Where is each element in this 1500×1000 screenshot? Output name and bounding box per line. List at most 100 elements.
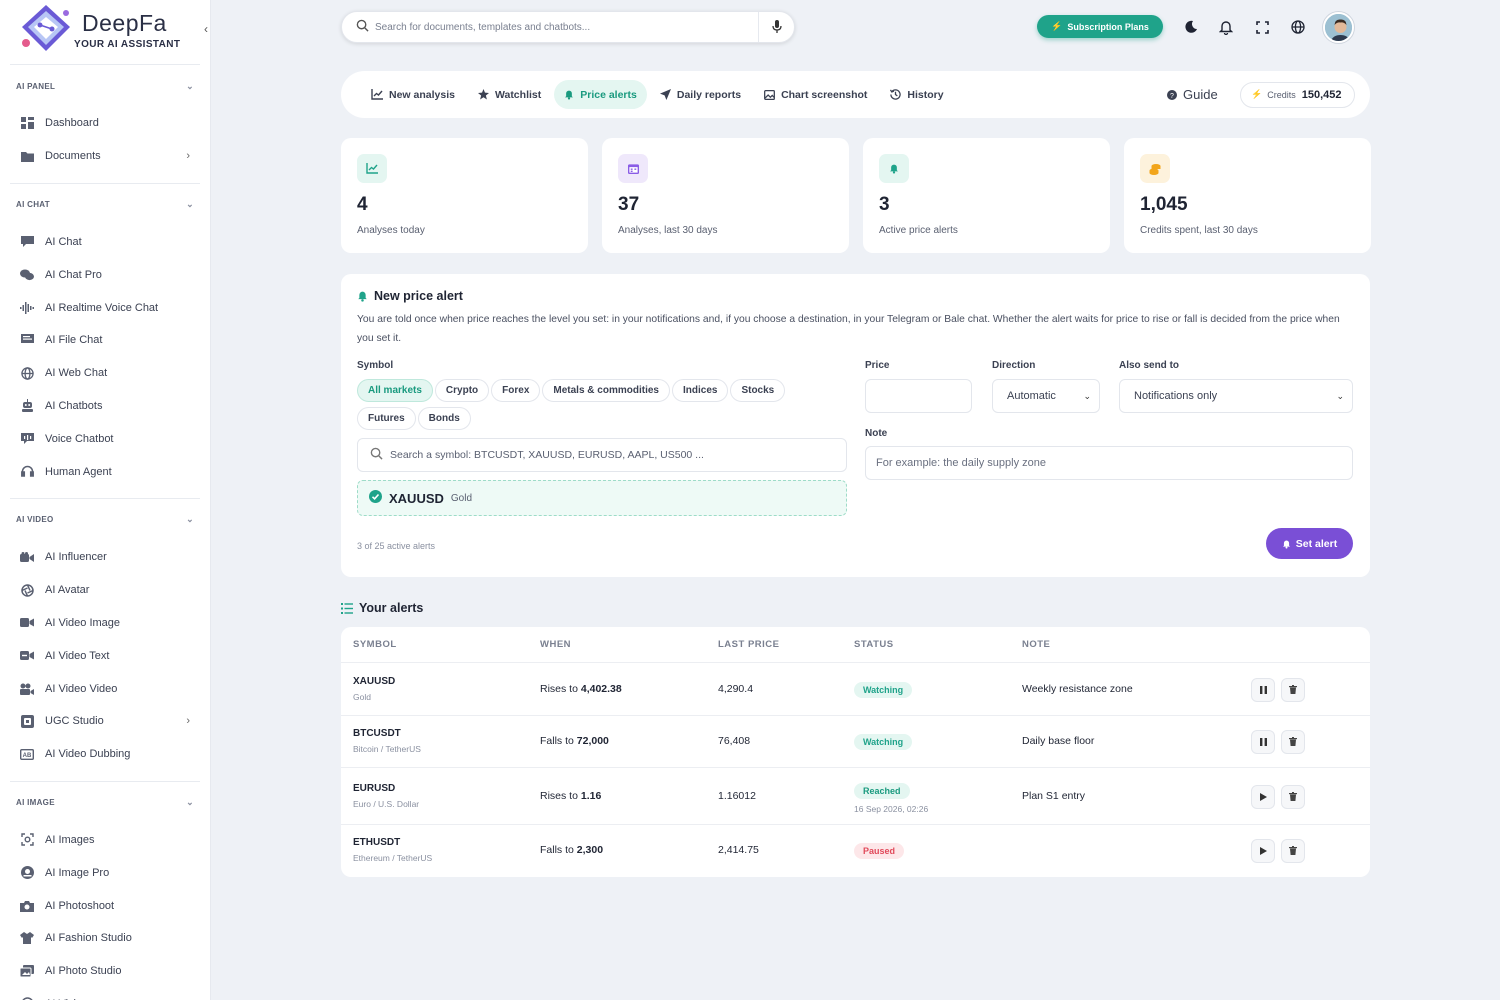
tab-daily-reports[interactable]: Daily reports bbox=[650, 80, 751, 109]
selected-symbol[interactable]: XAUUSD Gold bbox=[357, 480, 847, 516]
sidebar-item-ai-avatar[interactable]: AI Avatar bbox=[10, 574, 200, 607]
symbol-search-input[interactable]: Search a symbol: BTCUSDT, XAUUSD, EURUSD… bbox=[390, 449, 704, 461]
sidebar-item-ai-video-dubbing[interactable]: AB AI Video Dubbing bbox=[10, 738, 200, 771]
delete-alert-button[interactable] bbox=[1281, 730, 1305, 754]
subscription-plans-button[interactable]: ⚡ Subscription Plans bbox=[1037, 15, 1163, 38]
play-icon bbox=[1259, 790, 1267, 804]
direction-select[interactable]: Automatic ⌄ bbox=[992, 379, 1100, 413]
sidebar-item-ai-realtime-voice-chat[interactable]: AI Realtime Voice Chat bbox=[10, 291, 200, 324]
alert-note: Plan S1 entry bbox=[1022, 789, 1086, 802]
tab-new-analysis[interactable]: New analysis bbox=[361, 80, 465, 109]
sidebar-item-ai-photoshoot[interactable]: AI Photoshoot bbox=[10, 889, 200, 922]
market-chip-all-markets[interactable]: All markets bbox=[357, 379, 433, 402]
sidebar-item-documents[interactable]: Documents › bbox=[10, 140, 200, 173]
analysis-tabs: New analysis Watchlist Price alerts Dail… bbox=[341, 71, 1370, 118]
sidebar-item-ai-file-chat[interactable]: AI File Chat bbox=[10, 324, 200, 357]
sidebar-item-label: AI Chat Pro bbox=[45, 268, 102, 281]
brand[interactable]: DeepFa YOUR AI ASSISTANT ‹ bbox=[0, 0, 210, 58]
sidebar-item-human-agent[interactable]: Human Agent bbox=[10, 455, 200, 488]
note-input[interactable]: For example: the daily supply zone bbox=[865, 446, 1353, 480]
table-header: SYMBOL WHEN LAST PRICE STATUS NOTE bbox=[341, 627, 1370, 663]
symbol-search[interactable]: Search a symbol: BTCUSDT, XAUUSD, EURUSD… bbox=[357, 438, 847, 472]
sidebar-item-ai-video-video[interactable]: AI Video Video bbox=[10, 672, 200, 705]
list-icon bbox=[341, 602, 353, 614]
play-alert-button[interactable] bbox=[1251, 784, 1275, 809]
delete-alert-button[interactable] bbox=[1281, 839, 1305, 863]
pause-alert-button[interactable] bbox=[1251, 677, 1275, 702]
tab-price-alerts[interactable]: Price alerts bbox=[554, 80, 647, 109]
guide-button[interactable]: ? Guide bbox=[1167, 87, 1218, 102]
tab-history[interactable]: History bbox=[880, 80, 953, 109]
global-search-input[interactable]: Search for documents, templates and chat… bbox=[375, 22, 758, 33]
market-chip-forex[interactable]: Forex bbox=[491, 379, 541, 402]
photo-camera-icon bbox=[20, 899, 34, 913]
alert-condition: Rises to 4,402.38 bbox=[540, 682, 622, 695]
sidebar-item-label: Voice Chatbot bbox=[45, 432, 114, 445]
market-chip-stocks[interactable]: Stocks bbox=[730, 379, 786, 402]
active-alerts-count: 3 of 25 active alerts bbox=[357, 541, 436, 551]
send-to-select[interactable]: Notifications only ⌄ bbox=[1119, 379, 1353, 413]
film-camera-icon bbox=[20, 682, 34, 696]
sidebar-section-header[interactable]: AI CHAT ⌄ bbox=[10, 184, 200, 226]
alert-symbol: XAUUSD bbox=[353, 675, 396, 687]
chevron-down-icon: ⌄ bbox=[186, 199, 194, 210]
sidebar-item-ai-chat-pro[interactable]: AI Chat Pro bbox=[10, 258, 200, 291]
tab-watchlist[interactable]: Watchlist bbox=[468, 80, 551, 109]
selected-symbol-name: Gold bbox=[450, 492, 473, 504]
alert-symbol-name: Ethereum / TetherUS bbox=[353, 853, 433, 863]
sidebar-item-ugc-studio[interactable]: UGC Studio › bbox=[10, 705, 200, 738]
pause-alert-button[interactable] bbox=[1251, 730, 1275, 754]
global-search[interactable]: Search for documents, templates and chat… bbox=[341, 11, 795, 43]
language-globe-icon[interactable] bbox=[1289, 18, 1307, 36]
market-chip-indices[interactable]: Indices bbox=[671, 379, 729, 402]
sidebar-item-ai-images[interactable]: AI Images bbox=[10, 824, 200, 857]
collapse-sidebar-icon[interactable]: ‹ bbox=[204, 22, 208, 36]
sidebar-item-ai-fashion-studio[interactable]: AI Fashion Studio bbox=[10, 922, 200, 955]
price-input[interactable] bbox=[865, 379, 972, 413]
market-chip-metals-commodities[interactable]: Metals & commodities bbox=[542, 379, 670, 402]
stat-value: 37 bbox=[618, 194, 640, 215]
chevron-down-icon: ⌄ bbox=[186, 80, 194, 91]
status-badge: Watching bbox=[854, 734, 913, 750]
pause-icon bbox=[1259, 683, 1267, 697]
stat-card: 3 Active price alerts bbox=[863, 138, 1110, 253]
sidebar-item-label: AI Chat bbox=[45, 235, 82, 248]
market-chip-crypto[interactable]: Crypto bbox=[434, 379, 490, 402]
brand-logo bbox=[18, 3, 74, 55]
sidebar-section-header[interactable]: AI VIDEO ⌄ bbox=[10, 499, 200, 541]
sidebar-item-ai-chat[interactable]: AI Chat bbox=[10, 226, 200, 259]
sidebar-section-header[interactable]: AI IMAGE ⌄ bbox=[10, 782, 200, 824]
sidebar-item-label: AI Chatbots bbox=[45, 399, 103, 412]
sidebar-item-label: AI Video Image bbox=[45, 616, 121, 629]
set-alert-button[interactable]: Set alert bbox=[1266, 528, 1353, 559]
alert-symbol: EURUSD bbox=[353, 782, 396, 794]
sidebar-item-ai-vision[interactable]: AI Vision bbox=[10, 988, 200, 1000]
dark-mode-icon[interactable] bbox=[1182, 18, 1200, 36]
sidebar-item-ai-web-chat[interactable]: AI Web Chat bbox=[10, 357, 200, 390]
delete-alert-button[interactable] bbox=[1281, 784, 1305, 809]
sidebar-item-ai-influencer[interactable]: AI Influencer bbox=[10, 541, 200, 574]
table-row: EURUSD Euro / U.S. Dollar Rises to 1.16 … bbox=[341, 768, 1370, 825]
notification-bell-icon[interactable] bbox=[1217, 18, 1235, 36]
sidebar-item-ai-video-text[interactable]: AI Video Text bbox=[10, 639, 200, 672]
sidebar-section-header[interactable]: AI PANEL ⌄ bbox=[10, 65, 200, 107]
sidebar-item-label: AI Photo Studio bbox=[45, 965, 122, 978]
fullscreen-icon[interactable] bbox=[1253, 18, 1271, 36]
sidebar-item-ai-image-pro[interactable]: AI Image Pro bbox=[10, 856, 200, 889]
sidebar-item-ai-video-image[interactable]: AI Video Image bbox=[10, 607, 200, 640]
user-avatar[interactable] bbox=[1323, 12, 1354, 43]
sidebar-item-ai-chatbots[interactable]: AI Chatbots bbox=[10, 390, 200, 423]
sidebar-item-voice-chatbot[interactable]: Voice Chatbot bbox=[10, 422, 200, 455]
sidebar-item-dashboard[interactable]: Dashboard bbox=[10, 107, 200, 140]
file-chat-icon bbox=[20, 333, 34, 347]
sidebar-item-label: AI Influencer bbox=[45, 551, 107, 564]
alert-last-price: 2,414.75 bbox=[718, 844, 759, 856]
microphone-icon[interactable] bbox=[758, 12, 794, 42]
sidebar-item-ai-photo-studio[interactable]: AI Photo Studio bbox=[10, 955, 200, 988]
tab-chart-screenshot[interactable]: Chart screenshot bbox=[754, 80, 877, 109]
market-chip-bonds[interactable]: Bonds bbox=[417, 407, 471, 430]
play-alert-button[interactable] bbox=[1251, 839, 1275, 863]
market-chip-futures[interactable]: Futures bbox=[357, 407, 416, 430]
delete-alert-button[interactable] bbox=[1281, 677, 1305, 702]
alert-condition: Rises to 1.16 bbox=[540, 789, 602, 802]
